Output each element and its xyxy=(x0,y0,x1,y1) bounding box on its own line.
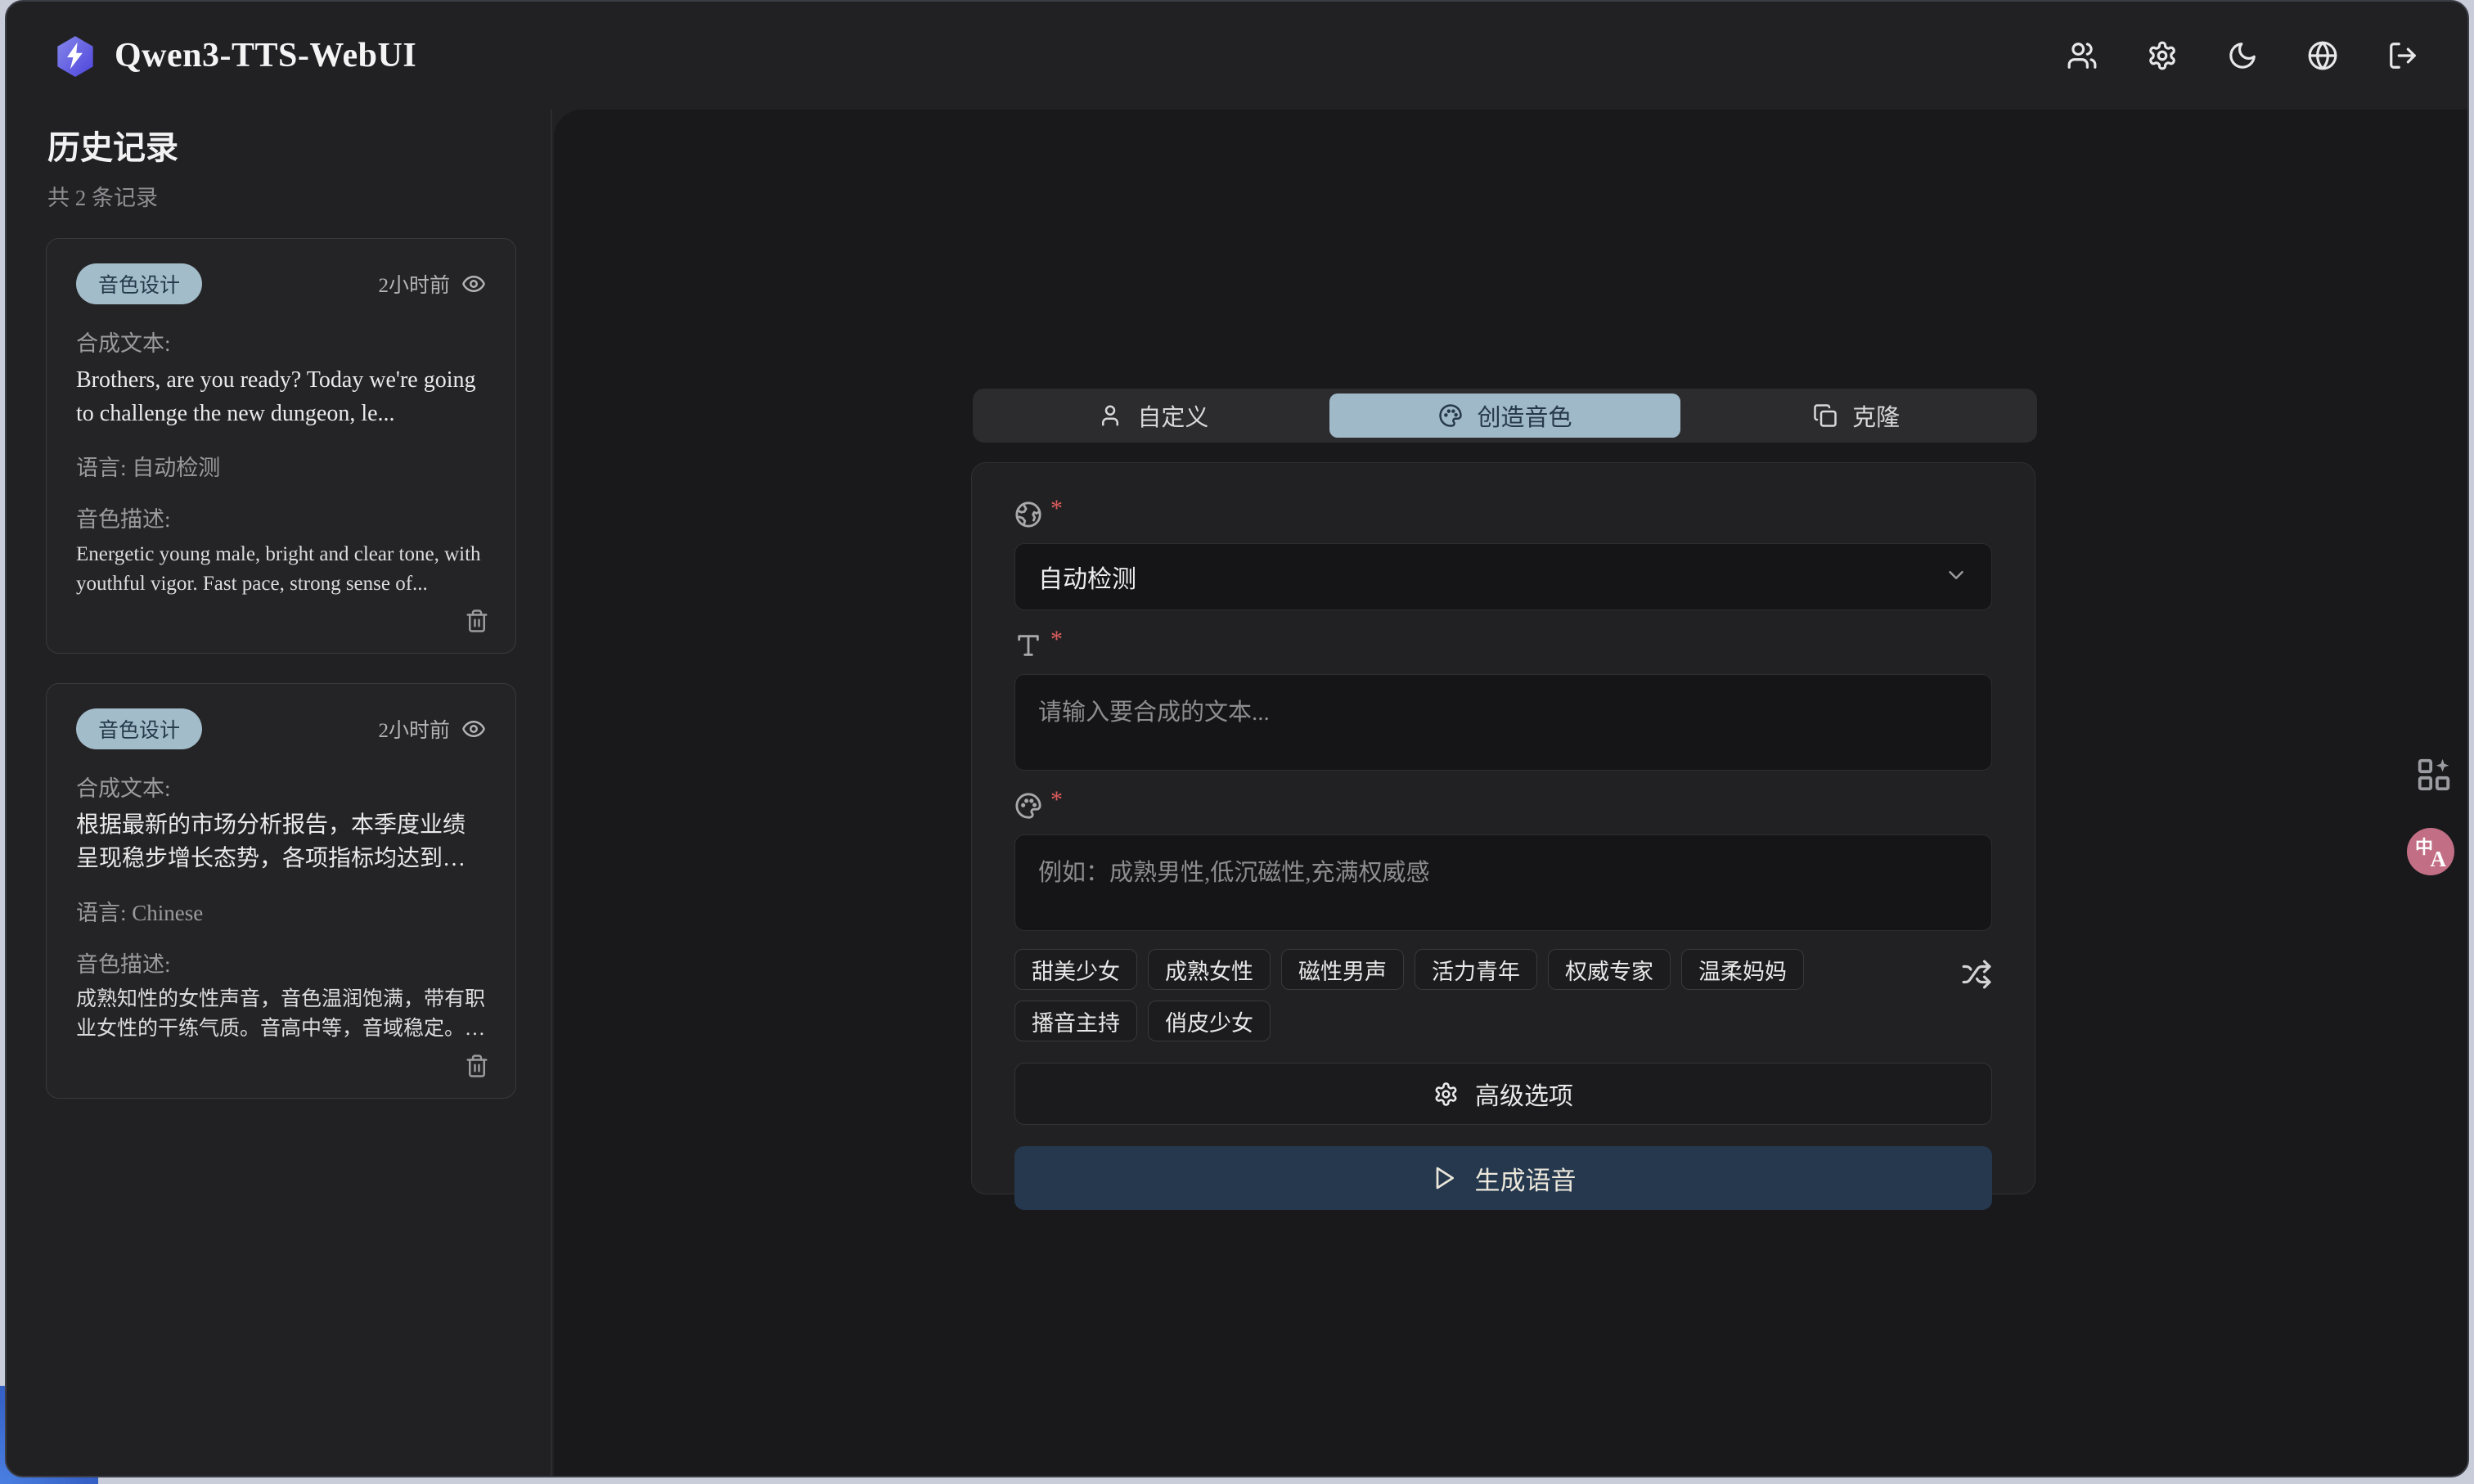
card-type-badge: 音色设计 xyxy=(76,263,202,304)
required-marker: * xyxy=(1050,632,1063,648)
settings-icon[interactable] xyxy=(2147,40,2178,71)
generate-speech-label: 生成语音 xyxy=(1475,1160,1577,1197)
preset-tags: 甜美少女 成熟女性 磁性男声 活力青年 权威专家 温柔妈妈 播音主持 俏皮少女 xyxy=(1014,949,1992,1041)
delete-record-icon[interactable] xyxy=(465,1054,489,1078)
card-timestamp: 2小时前 xyxy=(378,714,450,744)
eye-icon[interactable] xyxy=(461,717,486,741)
play-icon xyxy=(1431,1165,1457,1191)
brand: Qwen3-TTS-WebUI xyxy=(54,34,416,77)
language-label: 语言: xyxy=(76,456,127,480)
language-value: Chinese xyxy=(132,901,203,925)
voice-preset-chip[interactable]: 磁性男声 xyxy=(1281,949,1404,990)
tab-clone[interactable]: 克隆 xyxy=(1680,393,2032,438)
tab-custom[interactable]: 自定义 xyxy=(978,393,1329,438)
tab-label: 创造音色 xyxy=(1478,398,1572,433)
synthesis-text-input[interactable] xyxy=(1014,674,1992,771)
voice-preset-chip[interactable]: 权威专家 xyxy=(1548,949,1671,990)
voice-preset-chip[interactable]: 活力青年 xyxy=(1415,949,1537,990)
synthesis-text-label: 合成文本: xyxy=(76,326,486,358)
language-label: 语言: xyxy=(76,901,127,925)
shuffle-icon[interactable] xyxy=(1961,959,1992,990)
text-field-type-icon xyxy=(1014,632,1042,659)
voice-preset-chip[interactable]: 俏皮少女 xyxy=(1148,1001,1271,1041)
voice-description-input[interactable] xyxy=(1014,834,1992,931)
app-window: Qwen3-TTS-WebUI 历史记录 共 2 条记录 xyxy=(5,0,2469,1477)
advanced-options-button[interactable]: 高级选项 xyxy=(1014,1063,1992,1125)
synthesis-text-label: 合成文本: xyxy=(76,771,486,803)
tab-label: 自定义 xyxy=(1137,398,1208,433)
language-select[interactable]: 自动检测 xyxy=(1014,543,1992,610)
translate-fab[interactable]: 中 A xyxy=(2407,828,2454,875)
synthesis-text: Brothers, are you ready? Today we're goi… xyxy=(76,364,486,430)
eye-icon[interactable] xyxy=(461,272,486,296)
delete-record-icon[interactable] xyxy=(465,609,489,633)
header-actions xyxy=(2067,40,2418,71)
sidebar-record-count: 共 2 条记录 xyxy=(47,180,551,212)
required-marker: * xyxy=(1050,501,1063,517)
main-content: 自定义 创造音色 克隆 * 自动检测 * xyxy=(554,110,2467,1476)
voice-desc-label: 音色描述: xyxy=(76,947,486,978)
history-sidebar: 历史记录 共 2 条记录 音色设计 2小时前 合成文本: Brothers, a… xyxy=(7,110,552,1476)
language-value: 自动检测 xyxy=(132,456,220,480)
history-card[interactable]: 音色设计 2小时前 合成文本: 根据最新的市场分析报告，本季度业绩呈现稳步增长态… xyxy=(46,683,516,1099)
copy-icon xyxy=(1813,403,1838,428)
logout-icon[interactable] xyxy=(2387,40,2418,71)
users-icon[interactable] xyxy=(2067,40,2098,71)
language-globe-icon[interactable] xyxy=(2307,40,2338,71)
tab-create-voice[interactable]: 创造音色 xyxy=(1329,393,1681,438)
sidebar-title: 历史记录 xyxy=(47,121,551,169)
mode-tabbar: 自定义 创造音色 克隆 xyxy=(973,389,2037,443)
voice-preset-chip[interactable]: 播音主持 xyxy=(1014,1001,1137,1041)
translate-fab-a: A xyxy=(2431,847,2447,872)
language-field-globe-icon xyxy=(1014,501,1042,528)
app-header: Qwen3-TTS-WebUI xyxy=(7,2,2467,110)
voice-desc: 成熟知性的女性声音，音色温润饱满，带有职业女性的干练气质。音高中等，音域稳定。语… xyxy=(76,985,486,1045)
palette-icon xyxy=(1438,403,1463,428)
extension-grid-sparkle-icon[interactable] xyxy=(2415,756,2453,794)
gear-icon xyxy=(1433,1082,1459,1107)
history-card[interactable]: 音色设计 2小时前 合成文本: Brothers, are you ready?… xyxy=(46,238,516,654)
voice-preset-chip[interactable]: 甜美少女 xyxy=(1014,949,1137,990)
tab-label: 克隆 xyxy=(1852,398,1900,433)
user-icon xyxy=(1098,403,1122,428)
card-timestamp: 2小时前 xyxy=(378,269,450,299)
advanced-options-label: 高级选项 xyxy=(1475,1076,1573,1112)
desc-field-palette-icon xyxy=(1014,792,1042,820)
create-voice-form: * 自动检测 * * 甜美少女 成熟女性 磁性男声 活 xyxy=(971,462,2035,1194)
app-title: Qwen3-TTS-WebUI xyxy=(115,36,416,75)
voice-desc-label: 音色描述: xyxy=(76,501,486,533)
card-type-badge: 音色设计 xyxy=(76,708,202,749)
language-select-value: 自动检测 xyxy=(1038,559,1136,595)
dark-mode-moon-icon[interactable] xyxy=(2227,40,2258,71)
generate-speech-button[interactable]: 生成语音 xyxy=(1014,1146,1992,1210)
app-logo-icon xyxy=(54,34,97,77)
required-marker: * xyxy=(1050,792,1063,808)
synthesis-text: 根据最新的市场分析报告，本季度业绩呈现稳步增长态势，各项指标均达到预期... xyxy=(76,809,486,875)
voice-preset-chip[interactable]: 成熟女性 xyxy=(1148,949,1271,990)
chevron-down-icon xyxy=(1944,563,1968,591)
voice-preset-chip[interactable]: 温柔妈妈 xyxy=(1681,949,1804,990)
voice-desc: Energetic young male, bright and clear t… xyxy=(76,540,486,600)
